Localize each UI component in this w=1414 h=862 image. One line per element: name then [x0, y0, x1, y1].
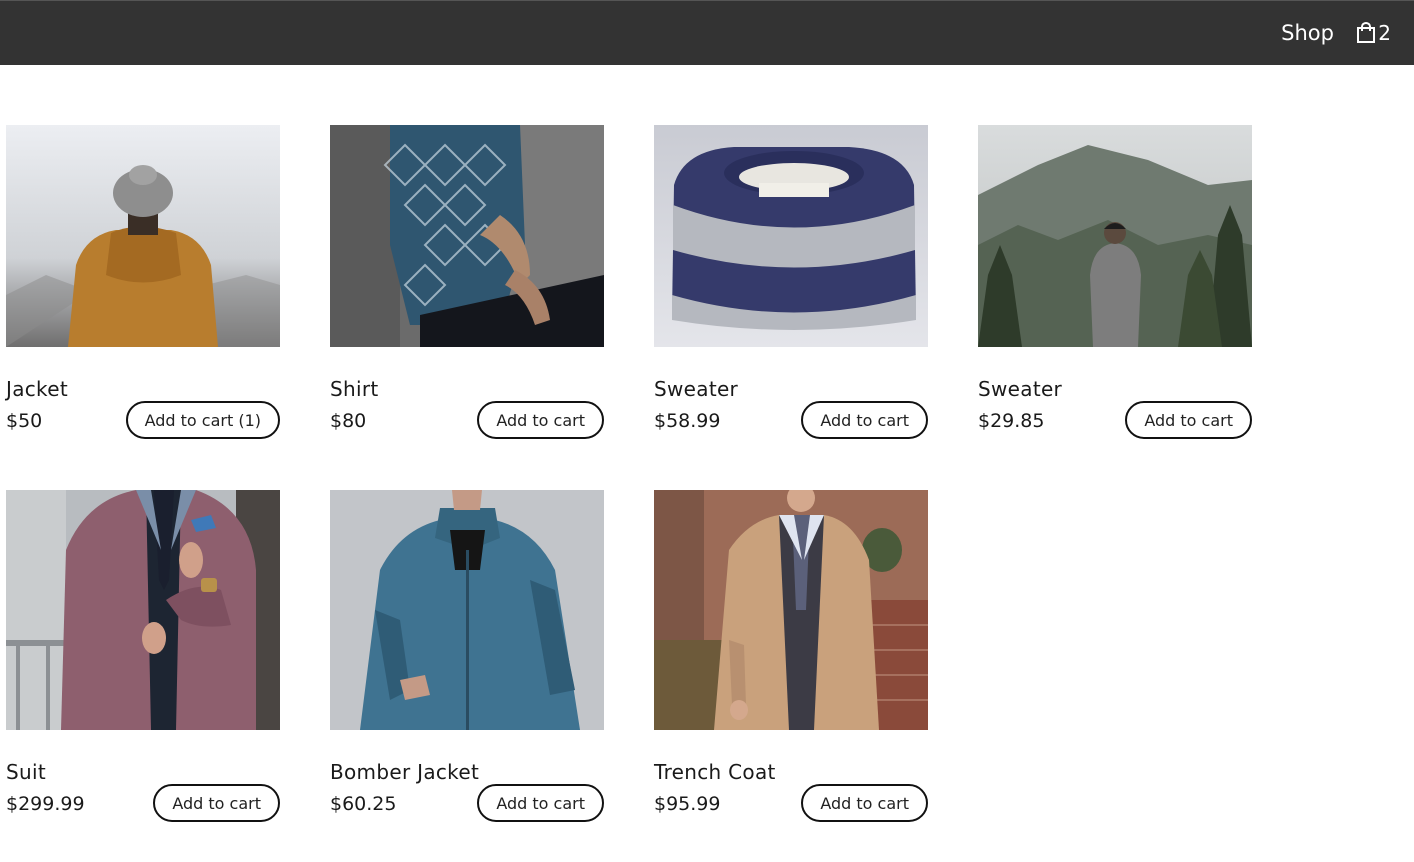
product-price: $299.99 [6, 793, 85, 815]
product-name: Bomber Jacket [330, 760, 480, 784]
product-card-sweater-mountain: Sweater $29.85 Add to cart [978, 125, 1252, 445]
product-card-trench-coat: Trench Coat $95.99 Add to cart [654, 490, 928, 830]
add-to-cart-button[interactable]: Add to cart [477, 401, 604, 439]
cart-button[interactable]: 2 [1356, 21, 1391, 45]
product-price: $58.99 [654, 410, 721, 432]
product-card-suit: Suit $299.99 Add to cart [6, 490, 280, 830]
add-to-cart-button[interactable]: Add to cart [477, 784, 604, 822]
product-image-shirt[interactable] [330, 125, 604, 347]
product-image-sweater-folded[interactable] [654, 125, 928, 347]
product-image-trench-coat[interactable] [654, 490, 928, 730]
add-to-cart-button[interactable]: Add to cart [153, 784, 280, 822]
product-name: Shirt [330, 377, 379, 401]
product-image-suit[interactable] [6, 490, 280, 730]
add-to-cart-button[interactable]: Add to cart [801, 401, 928, 439]
product-name: Jacket [6, 377, 68, 401]
shopping-bag-icon [1356, 22, 1376, 44]
product-price: $29.85 [978, 410, 1045, 432]
shop-link[interactable]: Shop [1281, 21, 1334, 45]
product-name: Trench Coat [654, 760, 776, 784]
product-card-jacket: Jacket $50 Add to cart (1) [6, 125, 280, 445]
product-price: $60.25 [330, 793, 397, 815]
add-to-cart-button[interactable]: Add to cart (1) [125, 401, 280, 439]
cart-count: 2 [1378, 21, 1391, 45]
add-to-cart-button[interactable]: Add to cart [1125, 401, 1252, 439]
product-price: $95.99 [654, 793, 721, 815]
product-card-bomber-jacket: Bomber Jacket $60.25 Add to cart [330, 490, 604, 830]
top-nav-bar: Shop 2 [0, 0, 1414, 65]
product-card-shirt: Shirt $80 Add to cart [330, 125, 604, 445]
product-card-sweater-folded: Sweater $58.99 Add to cart [654, 125, 928, 445]
product-name: Suit [6, 760, 46, 784]
product-price: $50 [6, 410, 43, 432]
add-to-cart-button[interactable]: Add to cart [801, 784, 928, 822]
product-image-jacket[interactable] [6, 125, 280, 347]
product-image-bomber-jacket[interactable] [330, 490, 604, 730]
product-image-sweater-mountain[interactable] [978, 125, 1252, 347]
product-price: $80 [330, 410, 367, 432]
product-name: Sweater [978, 377, 1063, 401]
product-name: Sweater [654, 377, 739, 401]
